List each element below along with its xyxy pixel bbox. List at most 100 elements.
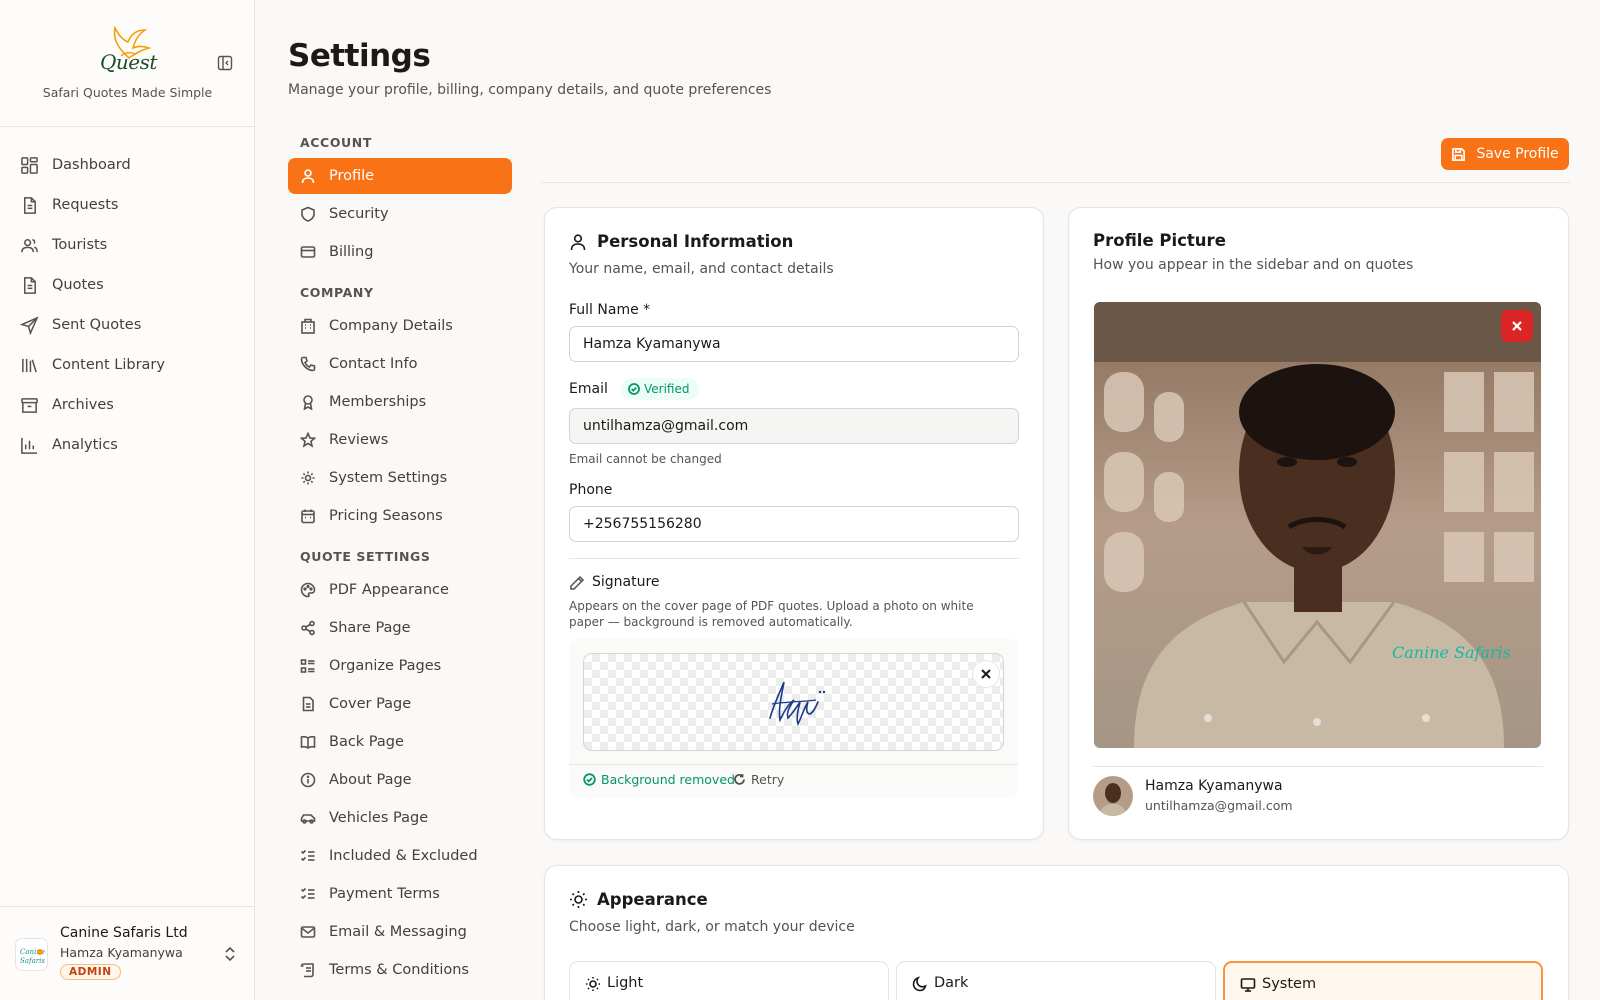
profile-email: untilhamza@gmail.com [1145,798,1293,813]
settings-nav: ACCOUNT Profile Security Billing COMPANY… [288,128,512,990]
save-profile-label: Save Profile [1476,146,1559,162]
collapse-sidebar-icon[interactable] [217,55,233,71]
moon-icon [912,976,927,992]
settings-tab-label: Contact Info [329,356,418,372]
nav-label: Requests [52,197,119,213]
nav-item-analytics[interactable]: Analytics [0,425,254,465]
nav-label: Quotes [52,277,104,293]
archive-icon [21,397,38,413]
settings-tab-label: Company Details [329,318,453,334]
retry-label: Retry [751,772,785,787]
list-checks-icon [300,887,315,900]
settings-tab-label: Memberships [329,394,427,410]
settings-tab-label: System Settings [329,470,448,486]
phone-input[interactable]: +256755156280 [569,506,1019,542]
settings-tab-cover-page[interactable]: Cover Page [288,686,512,722]
chevrons-up-down-icon [225,946,235,962]
settings-tab-label: PDF Appearance [329,582,449,598]
company-logo: Canine Safaris [15,938,48,971]
settings-tab-label: About Page [329,772,412,788]
divider [541,182,1570,183]
settings-tab-memberships[interactable]: Memberships [288,384,512,420]
settings-tab-label: Share Page [329,620,411,636]
section-heading-company: COMPANY [300,285,374,300]
settings-tab-label: Back Page [329,734,404,750]
page-title: Settings [288,38,431,74]
full-name-input[interactable]: Hamza Kyamanywa [569,326,1019,362]
nav-label: Analytics [52,437,118,453]
settings-tab-billing[interactable]: Billing [288,234,512,270]
settings-tab-payment-terms[interactable]: Payment Terms [288,876,512,912]
theme-option-label: Dark [934,975,969,991]
settings-tab-system-settings[interactable]: System Settings [288,460,512,496]
close-icon [981,669,991,679]
info-icon [300,772,316,788]
svg-text:Safaris: Safaris [20,957,45,965]
signature-description: Appears on the cover page of PDF quotes.… [569,599,974,629]
nav-item-sent-quotes[interactable]: Sent Quotes [0,305,254,345]
settings-tab-reviews[interactable]: Reviews [288,422,512,458]
settings-tab-label: Pricing Seasons [329,508,443,524]
save-profile-button[interactable]: Save Profile [1441,138,1569,170]
settings-tab-included-excluded[interactable]: Included & Excluded [288,838,512,874]
profile-photo-image: Canine Safaris [1094,302,1541,748]
tagline: Safari Quotes Made Simple [42,85,213,100]
nav-item-content-library[interactable]: Content Library [0,345,254,385]
nav-item-dashboard[interactable]: Dashboard [0,145,254,185]
settings-tab-label: Cover Page [329,696,412,712]
theme-option-system[interactable]: System [1223,961,1543,1000]
document-icon [23,276,36,294]
book-open-icon [300,735,316,749]
nav-label: Archives [52,397,114,413]
settings-tab-label: Profile [329,168,375,184]
settings-tab-about-page[interactable]: About Page [288,762,512,798]
settings-tab-terms-conditions[interactable]: Terms & Conditions [288,952,512,988]
settings-tab-company-details[interactable]: Company Details [288,308,512,344]
nav-label: Sent Quotes [52,317,142,333]
profile-name: Hamza Kyamanywa [1145,778,1283,794]
theme-option-light[interactable]: Light [569,961,889,1000]
list-layout-icon [300,659,315,673]
verified-label: Verified [644,382,690,396]
remove-photo-button[interactable] [1501,310,1533,342]
email-input[interactable]: untilhamza@gmail.com [569,408,1019,444]
settings-tab-security[interactable]: Security [288,196,512,232]
save-icon [1452,147,1466,161]
document-icon [23,196,36,214]
settings-tab-organize-pages[interactable]: Organize Pages [288,648,512,684]
signature-title: Signature [592,574,660,590]
theme-option-dark[interactable]: Dark [896,961,1216,1000]
phone-icon [300,356,316,372]
close-icon [1512,321,1522,331]
palette-icon [300,582,316,598]
settings-tab-vehicles-page[interactable]: Vehicles Page [288,800,512,836]
settings-tab-pdf-appearance[interactable]: PDF Appearance [288,572,512,608]
sun-icon [586,977,600,991]
brand-header: Quest Safari Quotes Made Simple [0,0,254,127]
main-nav: Dashboard Requests Tourists Quotes Sent … [0,127,254,465]
retry-button[interactable]: Retry [733,772,784,787]
settings-tab-email-messaging[interactable]: Email & Messaging [288,914,512,950]
nav-item-quotes[interactable]: Quotes [0,265,254,305]
settings-tab-back-page[interactable]: Back Page [288,724,512,760]
divider [1093,766,1543,767]
profile-photo[interactable]: Canine Safaris [1094,302,1541,748]
pen-icon [570,575,585,590]
nav-item-archives[interactable]: Archives [0,385,254,425]
settings-tab-pricing-seasons[interactable]: Pricing Seasons [288,498,512,534]
nav-item-requests[interactable]: Requests [0,185,254,225]
remove-signature-button[interactable] [972,660,1000,688]
monitor-icon [1240,978,1256,992]
gear-icon [301,471,315,485]
settings-tab-share-page[interactable]: Share Page [288,610,512,646]
section-heading-quote-settings: QUOTE SETTINGS [300,549,431,564]
mail-icon [300,926,316,938]
divider [569,558,1019,559]
nav-item-tourists[interactable]: Tourists [0,225,254,265]
settings-tab-label: Reviews [329,432,389,448]
settings-tab-contact-info[interactable]: Contact Info [288,346,512,382]
list-checks-icon [300,849,315,862]
settings-tab-profile[interactable]: Profile [288,158,512,194]
profile-picture-title: Profile Picture [1093,231,1226,250]
account-switcher[interactable]: Canine Safaris Canine Safaris Ltd Hamza … [0,906,255,1000]
